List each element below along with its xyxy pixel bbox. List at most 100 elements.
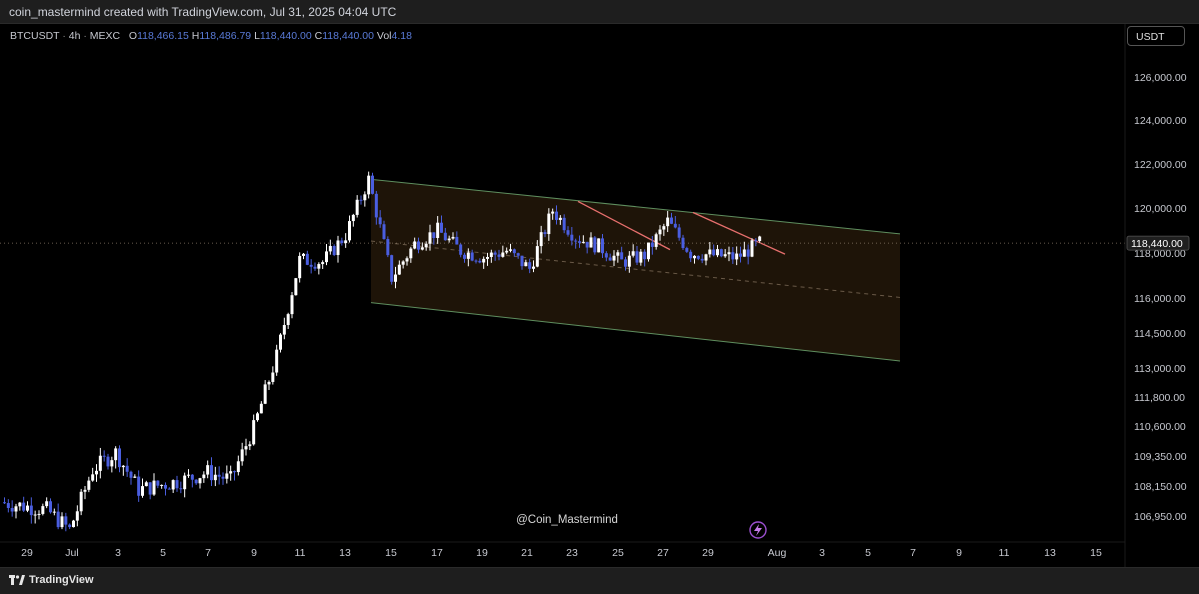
candle-body[interactable] — [474, 260, 478, 262]
candle-body[interactable] — [604, 253, 608, 258]
candle-body[interactable] — [551, 211, 555, 214]
candle-body[interactable] — [79, 491, 83, 512]
candle-body[interactable] — [305, 253, 309, 265]
candle-body[interactable] — [259, 403, 263, 414]
candle-body[interactable] — [413, 241, 417, 249]
price-chart[interactable]: 126,000.00 124,000.00 122,000.00 120,000.00… — [0, 24, 1199, 567]
candle-body[interactable] — [179, 488, 183, 490]
candle-body[interactable] — [141, 486, 144, 496]
candle-body[interactable] — [98, 455, 102, 471]
candle-body[interactable] — [539, 232, 543, 247]
candle-body[interactable] — [639, 251, 643, 263]
candle-body[interactable] — [118, 448, 121, 468]
candle-body[interactable] — [217, 474, 221, 477]
candle-body[interactable] — [620, 252, 624, 260]
candle-body[interactable] — [704, 254, 708, 261]
candle-body[interactable] — [470, 252, 474, 261]
candle-body[interactable] — [394, 274, 397, 282]
candle-body[interactable] — [574, 240, 578, 242]
candle-body[interactable] — [298, 255, 302, 279]
candle-body[interactable] — [332, 245, 336, 256]
candle-body[interactable] — [562, 217, 566, 231]
candle-body[interactable] — [374, 193, 378, 218]
candle-body[interactable] — [64, 516, 68, 525]
candle-body[interactable] — [225, 473, 229, 479]
candle-body[interactable] — [532, 266, 535, 269]
candle-body[interactable] — [282, 325, 286, 335]
candle-body[interactable] — [658, 229, 662, 235]
candle-body[interactable] — [509, 249, 512, 251]
candle-body[interactable] — [371, 175, 374, 194]
brand-logo[interactable]: TradingView — [9, 574, 94, 586]
candle-body[interactable] — [244, 446, 248, 450]
candle-body[interactable] — [102, 455, 106, 457]
candle-body[interactable] — [424, 243, 428, 248]
candle-body[interactable] — [696, 255, 700, 259]
candle-body[interactable] — [497, 254, 501, 257]
candle-body[interactable] — [428, 232, 432, 244]
candle-body[interactable] — [83, 489, 87, 492]
candle-body[interactable] — [466, 252, 470, 259]
candle-body[interactable] — [114, 448, 118, 461]
candle-body[interactable] — [712, 249, 716, 256]
candle-body[interactable] — [160, 484, 164, 486]
candle-body[interactable] — [581, 241, 585, 243]
candle-body[interactable] — [589, 237, 593, 248]
candle-body[interactable] — [129, 471, 133, 478]
candle-body[interactable] — [91, 474, 95, 481]
candle-body[interactable] — [700, 258, 704, 261]
candle-body[interactable] — [401, 261, 405, 265]
candle-body[interactable] — [459, 244, 463, 255]
candle-body[interactable] — [206, 465, 210, 475]
chart-area[interactable]: 126,000.00 124,000.00 122,000.00 120,000.00… — [0, 24, 1199, 567]
candle-body[interactable] — [742, 249, 746, 257]
candle-body[interactable] — [447, 238, 451, 241]
candle-body[interactable] — [72, 520, 75, 528]
candle-body[interactable] — [650, 242, 654, 247]
candle-body[interactable] — [267, 381, 271, 385]
candle-body[interactable] — [22, 502, 26, 511]
candle-body[interactable] — [240, 449, 244, 462]
candle-body[interactable] — [148, 482, 152, 495]
candle-body[interactable] — [750, 240, 754, 257]
candle-body[interactable] — [436, 222, 440, 238]
candle-body[interactable] — [731, 252, 735, 260]
candle-body[interactable] — [451, 236, 455, 239]
candle-body[interactable] — [417, 241, 420, 250]
candle-body[interactable] — [183, 475, 187, 490]
candle-body[interactable] — [486, 257, 489, 259]
candle-body[interactable] — [662, 226, 666, 230]
candle-body[interactable] — [739, 253, 742, 257]
candle-body[interactable] — [18, 502, 22, 507]
candle-body[interactable] — [727, 252, 731, 255]
candle-body[interactable] — [627, 255, 631, 267]
candle-body[interactable] — [252, 420, 256, 445]
candle-body[interactable] — [612, 255, 616, 261]
candle-body[interactable] — [210, 465, 213, 481]
candle-body[interactable] — [654, 234, 658, 247]
candle-body[interactable] — [156, 480, 160, 486]
candle-body[interactable] — [420, 247, 424, 250]
candle-body[interactable] — [647, 242, 650, 260]
candle-body[interactable] — [302, 253, 305, 256]
candle-body[interactable] — [719, 249, 723, 257]
candle-body[interactable] — [378, 217, 382, 225]
candle-body[interactable] — [52, 511, 56, 513]
candle-body[interactable] — [60, 516, 64, 528]
candle-body[interactable] — [359, 199, 363, 201]
candle-body[interactable] — [455, 236, 459, 245]
candle-body[interactable] — [164, 484, 167, 489]
candle-body[interactable] — [585, 241, 589, 248]
candle-body[interactable] — [432, 232, 436, 238]
candle-body[interactable] — [397, 264, 401, 275]
candle-body[interactable] — [49, 501, 52, 513]
candle-body[interactable] — [286, 314, 290, 326]
candle-body[interactable] — [386, 239, 390, 256]
candle-body[interactable] — [167, 488, 171, 490]
candle-body[interactable] — [187, 474, 190, 476]
candle-body[interactable] — [708, 249, 712, 255]
candle-body[interactable] — [754, 240, 758, 242]
candle-body[interactable] — [593, 237, 597, 253]
candle-body[interactable] — [643, 251, 647, 260]
candle-body[interactable] — [547, 213, 551, 235]
